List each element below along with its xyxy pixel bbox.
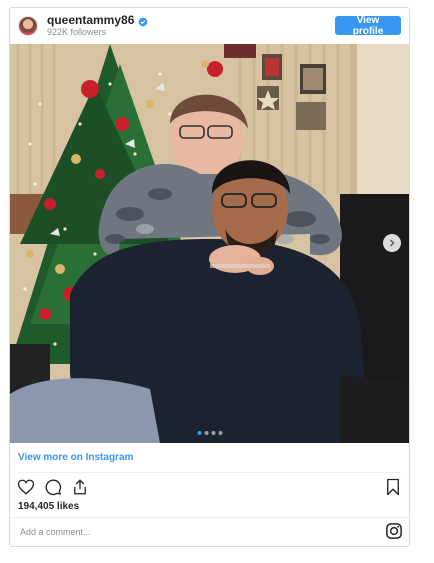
share-icon [74, 479, 86, 495]
username[interactable]: queentammy86 [47, 14, 134, 27]
divider [18, 472, 401, 473]
instagram-embed: queentammy86 922K followers View profile [9, 7, 410, 547]
heart-icon [17, 479, 35, 495]
post-header: queentammy86 922K followers View profile [10, 8, 409, 44]
bookmark-icon [387, 478, 399, 496]
like-count: 194,405 likes [18, 501, 80, 512]
carousel-dot [218, 431, 222, 435]
comment-input[interactable] [18, 522, 358, 542]
avatar[interactable] [18, 16, 38, 36]
post-photo[interactable] [10, 44, 409, 443]
comment-icon [45, 479, 62, 496]
username-row: queentammy86 [47, 14, 148, 27]
save-button[interactable] [383, 477, 403, 497]
carousel-dot [211, 431, 215, 435]
user-info: queentammy86 922K followers [47, 14, 148, 37]
action-bar [16, 477, 90, 497]
like-button[interactable] [16, 477, 36, 497]
comment-button[interactable] [43, 477, 63, 497]
carousel-dot [204, 431, 208, 435]
view-profile-button[interactable]: View profile [335, 15, 401, 37]
carousel-dot [197, 431, 201, 435]
carousel-dots [197, 431, 222, 435]
divider [10, 517, 409, 518]
view-more-link[interactable]: View more on Instagram [18, 452, 133, 463]
follower-count: 922K followers [47, 26, 107, 37]
verified-badge-icon [138, 15, 148, 27]
photo-illustration [10, 44, 409, 443]
share-button[interactable] [70, 477, 90, 497]
chevron-right-icon [390, 239, 395, 247]
instagram-logo-icon[interactable] [385, 522, 403, 540]
next-photo-button[interactable] [383, 234, 401, 252]
